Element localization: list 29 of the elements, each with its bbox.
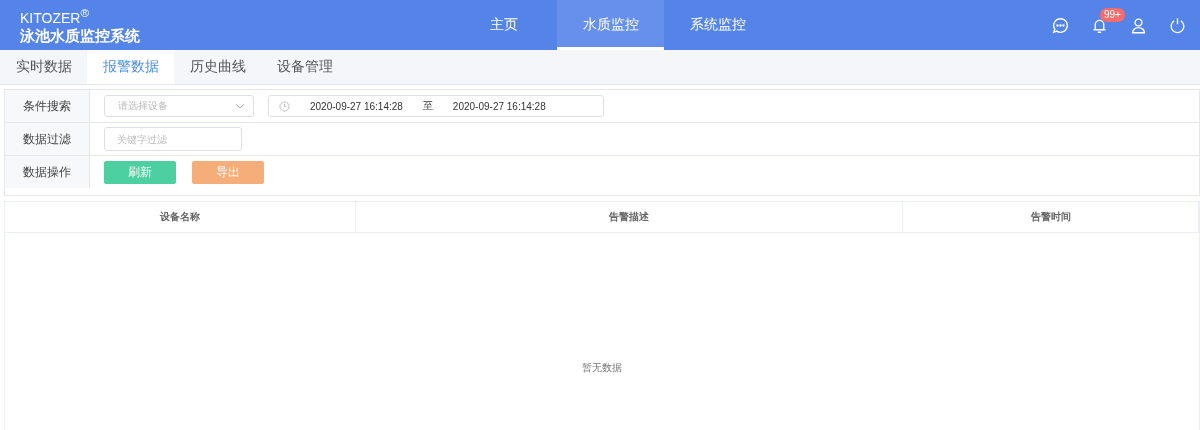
date-range-field[interactable]: 2020-09-27 16:14:28 至 2020-09-27 16:14:28 [268, 95, 604, 117]
field-label: 数据过滤 [5, 123, 90, 155]
end-time: 2020-09-27 16:14:28 [452, 100, 546, 112]
export-button[interactable]: 导出 [192, 160, 264, 184]
column-header: 告警描述 [355, 202, 904, 232]
nav-tab[interactable]: 水质监控 [557, 0, 664, 50]
chevron-down-icon [235, 103, 245, 109]
tab[interactable]: 设备管理 [261, 50, 348, 84]
range-separator: 至 [422, 99, 433, 113]
clock-icon [279, 100, 290, 112]
brand-name: KITOZER$^{®}$ [20, 4, 90, 26]
column-header: 设备名称 [5, 202, 356, 232]
tab[interactable]: 报警数据 [87, 50, 174, 84]
field-label: 数据操作 [5, 156, 90, 188]
empty-message: 暂无数据 [582, 360, 622, 375]
tab[interactable]: 历史曲线 [174, 50, 261, 84]
refresh-button[interactable]: 刷新 [104, 160, 176, 184]
power-icon[interactable] [1169, 16, 1186, 34]
notification-badge: 99+ [1100, 8, 1125, 22]
system-title: 泳池水质监控系统 [20, 26, 141, 47]
column-header: 告警时间 [903, 202, 1199, 232]
user-icon[interactable] [1130, 16, 1147, 34]
tab[interactable]: 实时数据 [0, 50, 87, 84]
device-select[interactable]: 请选择设备 [104, 95, 254, 117]
chat-icon[interactable] [1052, 16, 1069, 34]
nav-tab[interactable]: 主页 [450, 0, 557, 50]
field-label: 条件搜索 [5, 90, 90, 122]
start-time: 2020-09-27 16:14:28 [310, 100, 403, 112]
nav-tab[interactable]: 系统监控 [664, 0, 771, 50]
